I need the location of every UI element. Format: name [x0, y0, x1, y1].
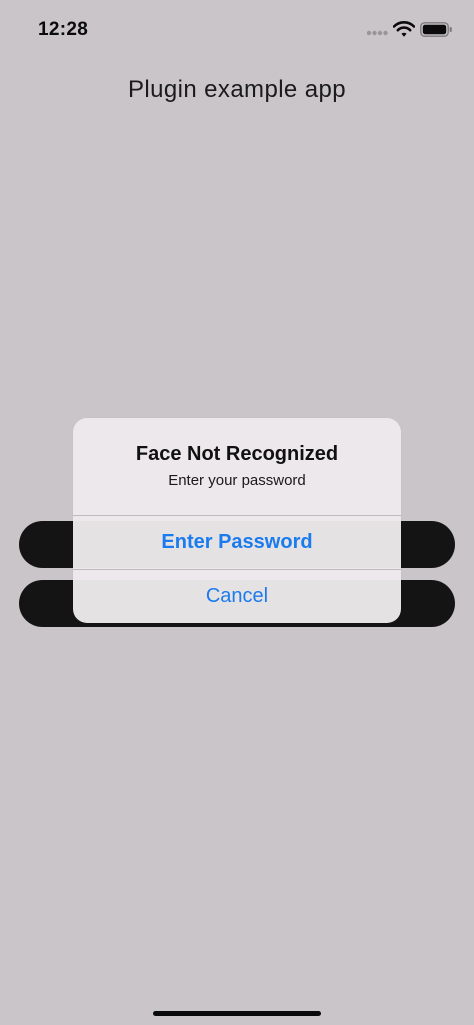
status-bar: 12:28 — [0, 0, 474, 62]
face-id-alert-dialog: Face Not Recognized Enter your password … — [73, 418, 401, 623]
cancel-button[interactable]: Cancel — [73, 570, 401, 623]
battery-icon — [420, 22, 452, 37]
alert-title: Face Not Recognized — [135, 443, 339, 465]
alert-message: Enter your password — [168, 472, 306, 489]
enter-password-button[interactable]: Enter Password — [73, 516, 401, 569]
page-title: Plugin example app — [127, 76, 346, 103]
status-time: 12:28 — [38, 19, 89, 40]
signal-icon — [366, 30, 388, 36]
home-indicator[interactable] — [153, 1011, 321, 1016]
wifi-icon — [393, 21, 415, 37]
